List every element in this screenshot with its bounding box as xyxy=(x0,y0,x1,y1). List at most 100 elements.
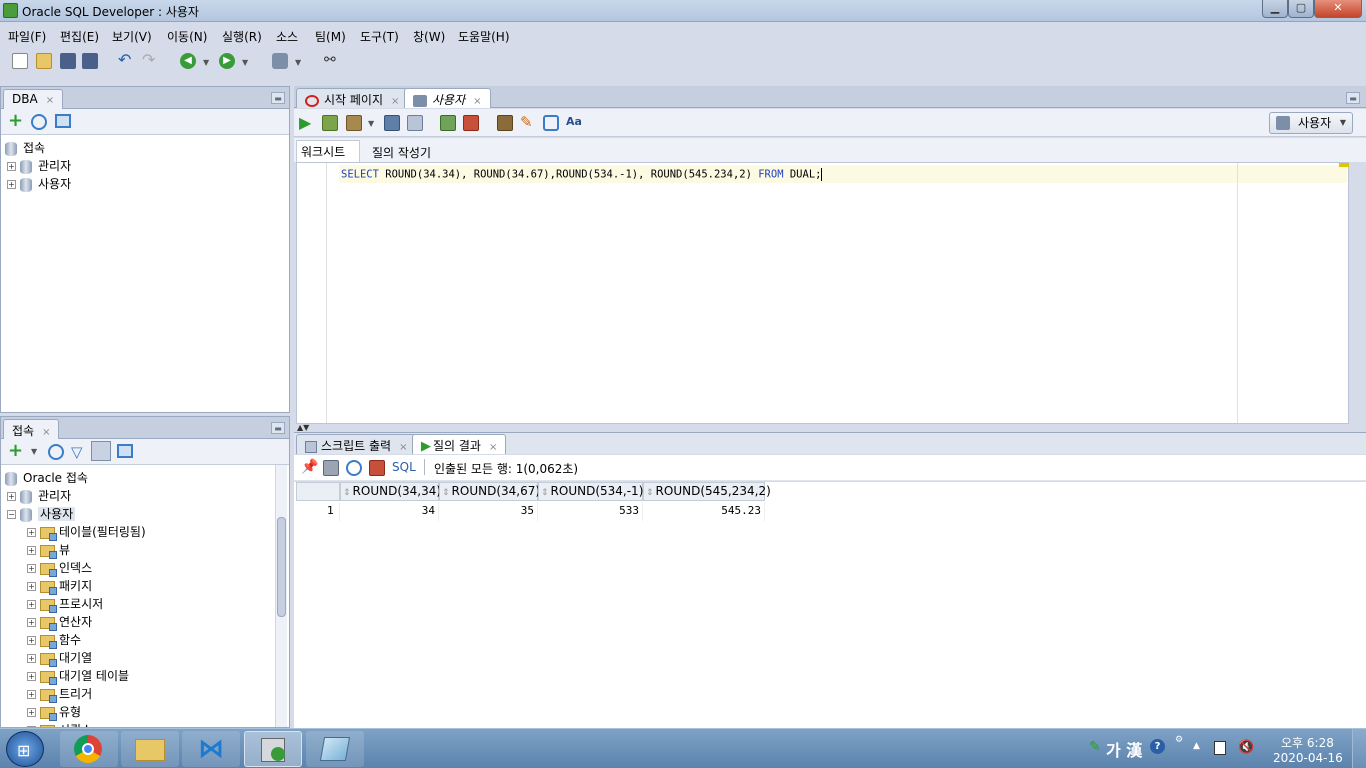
new-icon[interactable] xyxy=(12,53,28,69)
rollback-icon[interactable] xyxy=(463,115,479,131)
open-folder-icon[interactable] xyxy=(36,53,52,69)
undo-icon[interactable]: ↶ xyxy=(118,52,134,69)
tree-item-admin[interactable]: + 관리자 xyxy=(7,157,71,175)
tree-item-user[interactable]: − 사용자 xyxy=(7,505,76,523)
sort-icon[interactable]: ⇕ xyxy=(541,488,549,498)
column-header[interactable]: ⇕ ROUND(34,67) xyxy=(439,482,540,501)
language-bar-icon[interactable]: ✎ xyxy=(1089,739,1101,755)
tree-item-user[interactable]: + 사용자 xyxy=(7,175,71,193)
chevron-down-icon[interactable]: ▼ xyxy=(295,58,301,67)
expand-icon[interactable]: + xyxy=(27,564,36,573)
close-icon[interactable]: × xyxy=(489,442,497,453)
help-icon[interactable]: ? xyxy=(1150,739,1165,754)
ime-indicator[interactable]: 가 漢 xyxy=(1106,737,1142,761)
tree-item-object-type[interactable]: + 프로시저 xyxy=(27,595,103,613)
clock-time[interactable]: 오후 6:28 xyxy=(1281,734,1334,751)
tab-dba[interactable]: DBA × xyxy=(3,89,64,109)
chevron-down-icon[interactable]: ▼ xyxy=(368,119,374,128)
tree-item-object-type[interactable]: + 테이블(필터링됨) xyxy=(27,523,146,541)
column-header[interactable]: ⇕ ROUND(34,34) xyxy=(340,482,441,501)
expand-icon[interactable]: + xyxy=(7,180,16,189)
splitter-arrows[interactable]: ▲▼ xyxy=(297,423,309,432)
table-cell[interactable]: 35 xyxy=(439,502,538,521)
tab-query-builder[interactable]: 질의 작성기 xyxy=(372,144,431,161)
pin-icon[interactable]: 📌 xyxy=(301,459,318,475)
chevron-down-icon[interactable]: ▼ xyxy=(31,447,37,456)
notepad-taskbar-button[interactable] xyxy=(306,731,364,767)
tree-item-object-type[interactable]: + 유형 xyxy=(27,703,81,721)
chrome-taskbar-button[interactable] xyxy=(60,731,118,767)
collapse-all-icon[interactable] xyxy=(55,114,71,128)
tree-root-oracle-connections[interactable]: Oracle 접속 xyxy=(5,469,88,487)
tab-user-worksheet[interactable]: 사용자 × xyxy=(404,88,491,108)
expand-icon[interactable]: + xyxy=(27,636,36,645)
sql-worksheet-icon[interactable] xyxy=(272,53,288,69)
menu-source[interactable]: 소스 xyxy=(276,28,298,45)
collapse-all-icon[interactable] xyxy=(117,444,133,458)
forward-icon[interactable]: ▶ xyxy=(219,53,235,69)
sort-icon[interactable]: ⇕ xyxy=(442,488,450,498)
menu-run[interactable]: 실행(R) xyxy=(222,28,262,45)
volume-muted-icon[interactable]: 🔇 xyxy=(1238,740,1254,755)
scrollbar-thumb[interactable] xyxy=(277,517,286,617)
tree-item-object-type[interactable]: + 인덱스 xyxy=(27,559,92,577)
explain-plan-icon[interactable] xyxy=(384,115,400,131)
minimize-panel-icon[interactable]: ▬ xyxy=(271,422,285,434)
tree-item-object-type[interactable]: + 연산자 xyxy=(27,613,92,631)
redo-icon[interactable]: ↷ xyxy=(142,52,158,69)
autotrace-icon[interactable] xyxy=(346,115,362,131)
column-header[interactable]: ⇕ ROUND(545,234,2) xyxy=(643,482,771,501)
show-desktop-button[interactable] xyxy=(1352,729,1366,768)
minimize-button[interactable]: ▁ xyxy=(1262,0,1288,18)
refresh-icon[interactable] xyxy=(346,460,362,476)
add-connection-icon[interactable]: + xyxy=(8,442,23,460)
clear-eraser-icon[interactable]: ✎ xyxy=(520,115,536,131)
cancel-query-icon[interactable] xyxy=(369,460,385,476)
tree-item-object-type[interactable]: + 뷰 xyxy=(27,541,70,559)
expand-icon[interactable]: + xyxy=(27,600,36,609)
minimize-panel-icon[interactable]: ▬ xyxy=(1346,92,1360,104)
start-button[interactable]: ⊞ xyxy=(6,731,44,767)
menu-window[interactable]: 창(W) xyxy=(413,28,445,45)
collapse-icon[interactable]: − xyxy=(7,510,16,519)
connection-select[interactable]: 사용자 ▼ xyxy=(1269,112,1353,134)
expand-icon[interactable]: + xyxy=(27,546,36,555)
maximize-button[interactable]: ▢ xyxy=(1288,0,1314,18)
menu-file[interactable]: 파일(F) xyxy=(8,28,46,45)
table-cell[interactable]: 533 xyxy=(538,502,643,521)
run-script-icon[interactable] xyxy=(322,115,338,131)
sql-editor[interactable]: SELECT ROUND(34.34), ROUND(34.67),ROUND(… xyxy=(296,162,1349,424)
close-icon[interactable]: × xyxy=(473,96,481,107)
add-connection-icon[interactable]: + xyxy=(8,112,23,130)
expand-icon[interactable]: + xyxy=(7,492,16,501)
table-cell[interactable]: 545.23 xyxy=(643,502,765,521)
tree-item-object-type[interactable]: + 대기열 xyxy=(27,649,92,667)
column-header[interactable]: ⇕ ROUND(534,-1) xyxy=(538,482,643,501)
save-icon[interactable] xyxy=(60,53,76,69)
tree-item-admin[interactable]: + 관리자 xyxy=(7,487,71,505)
close-button[interactable]: ✕ xyxy=(1314,0,1362,18)
tree-item-object-type[interactable]: + 패키지 xyxy=(27,577,92,595)
sql-history-icon[interactable] xyxy=(543,115,559,131)
network-icon[interactable] xyxy=(1214,741,1226,755)
sort-icon[interactable]: ⇕ xyxy=(343,488,351,498)
close-icon[interactable]: × xyxy=(42,427,50,438)
expand-icon[interactable]: + xyxy=(27,708,36,717)
tab-start-page[interactable]: 시작 페이지 × xyxy=(296,88,409,108)
expand-icon[interactable]: + xyxy=(27,672,36,681)
expand-icon[interactable]: + xyxy=(27,582,36,591)
menu-tools[interactable]: 도구(T) xyxy=(360,28,399,45)
vscode-taskbar-button[interactable]: ⋈ xyxy=(182,731,240,767)
back-icon[interactable]: ◀ xyxy=(180,53,196,69)
menu-help[interactable]: 도움말(H) xyxy=(458,28,510,45)
scrollbar[interactable] xyxy=(275,465,287,727)
table-cell[interactable]: 34 xyxy=(340,502,439,521)
ime-options-icon[interactable]: ⚙ xyxy=(1175,735,1183,745)
refresh-icon[interactable] xyxy=(31,114,47,130)
unshared-sql-icon[interactable] xyxy=(497,115,513,131)
chevron-down-icon[interactable]: ▼ xyxy=(242,58,248,67)
sql-tuning-icon[interactable] xyxy=(407,115,423,131)
sql-developer-taskbar-button[interactable] xyxy=(244,731,302,767)
tab-connections[interactable]: 접속 × xyxy=(3,419,60,439)
tab-script-output[interactable]: 스크립트 출력 × xyxy=(296,434,417,454)
